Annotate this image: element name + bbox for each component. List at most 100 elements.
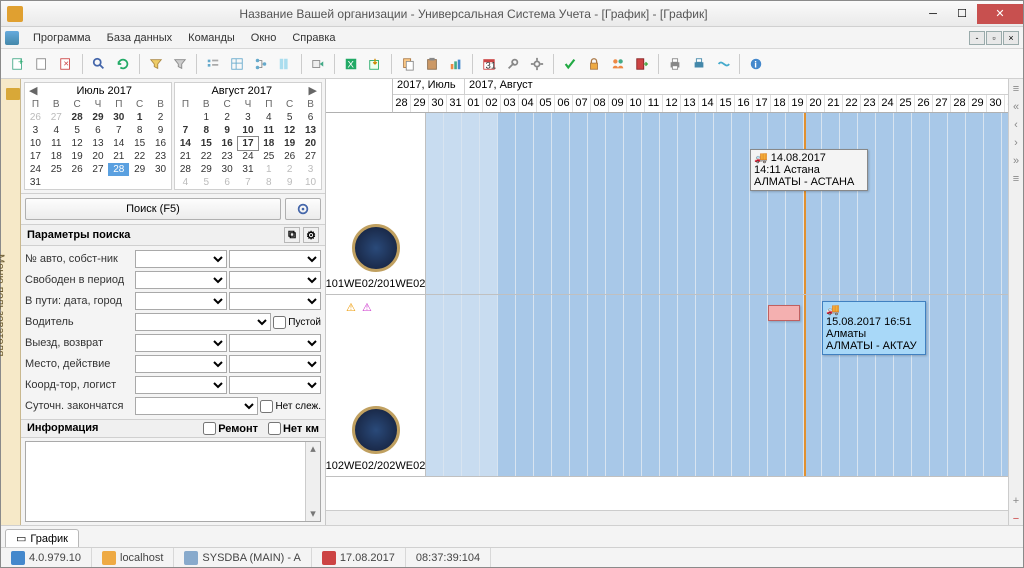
- export-icon[interactable]: [364, 53, 386, 75]
- cal-day[interactable]: 23: [150, 150, 171, 163]
- day-header[interactable]: 06: [555, 95, 573, 112]
- day-header[interactable]: 28: [393, 95, 411, 112]
- print-icon[interactable]: [664, 53, 686, 75]
- param-combo[interactable]: [135, 334, 227, 352]
- chart-icon[interactable]: [445, 53, 467, 75]
- cal-day[interactable]: 26: [279, 150, 300, 163]
- cal-day[interactable]: 13: [300, 124, 321, 137]
- day-header[interactable]: 13: [681, 95, 699, 112]
- tools-icon[interactable]: [502, 53, 524, 75]
- day-header[interactable]: 21: [825, 95, 843, 112]
- cal-day[interactable]: 1: [196, 111, 217, 124]
- gear-icon[interactable]: [526, 53, 548, 75]
- day-header[interactable]: 17: [753, 95, 771, 112]
- cal-day[interactable]: [67, 176, 88, 189]
- day-header[interactable]: 30: [987, 95, 1005, 112]
- calendar-july[interactable]: ◀Июль 2017 ПВСЧПСВ2627282930123456789101…: [24, 82, 172, 190]
- cal-prev-icon[interactable]: ◀: [27, 84, 39, 97]
- cal-day[interactable]: 16: [150, 137, 171, 150]
- menu-Программа[interactable]: Программа: [25, 30, 99, 46]
- vehicle-label[interactable]: 102WE02/202WE02: [326, 295, 426, 476]
- day-header[interactable]: 30: [429, 95, 447, 112]
- cal-day[interactable]: [46, 176, 67, 189]
- cal-day[interactable]: 3: [238, 111, 259, 124]
- cal-day[interactable]: 5: [196, 176, 217, 189]
- busy-event[interactable]: [768, 305, 800, 321]
- side-menu-strip[interactable]: Меню пользователя: [1, 79, 21, 525]
- delete-icon[interactable]: ×: [55, 53, 77, 75]
- day-header[interactable]: 31: [447, 95, 465, 112]
- filter-clear-icon[interactable]: [169, 53, 191, 75]
- day-header[interactable]: 18: [771, 95, 789, 112]
- cal-day[interactable]: 27: [300, 150, 321, 163]
- cal-day[interactable]: 11: [46, 137, 67, 150]
- cal-day[interactable]: 31: [238, 163, 259, 176]
- cal-day[interactable]: 24: [238, 150, 259, 163]
- cal-day[interactable]: 14: [108, 137, 129, 150]
- cal-day[interactable]: 25: [258, 150, 279, 163]
- day-header[interactable]: 14: [699, 95, 717, 112]
- cal-day[interactable]: 4: [258, 111, 279, 124]
- close-button[interactable]: ✕: [977, 4, 1023, 24]
- cal-day[interactable]: [88, 176, 109, 189]
- cal-day[interactable]: 6: [217, 176, 238, 189]
- day-header[interactable]: 29: [411, 95, 429, 112]
- cal-day[interactable]: 11: [258, 124, 279, 137]
- paste-icon[interactable]: [421, 53, 443, 75]
- cal-day[interactable]: 16: [217, 137, 238, 150]
- cal-day[interactable]: 8: [129, 124, 150, 137]
- menu-База данных[interactable]: База данных: [99, 30, 181, 46]
- day-header[interactable]: 29: [969, 95, 987, 112]
- cal-day[interactable]: 20: [300, 137, 321, 150]
- cal-day[interactable]: 30: [217, 163, 238, 176]
- param-check[interactable]: Пустой: [273, 316, 321, 329]
- search-button[interactable]: Поиск (F5): [25, 198, 281, 220]
- share-icon[interactable]: [712, 53, 734, 75]
- cal-day[interactable]: 28: [108, 163, 129, 176]
- cal-day[interactable]: 31: [25, 176, 46, 189]
- day-header[interactable]: 19: [789, 95, 807, 112]
- cal-day[interactable]: 2: [217, 111, 238, 124]
- cal-day[interactable]: 18: [258, 137, 279, 150]
- day-header[interactable]: 26: [915, 95, 933, 112]
- search-icon[interactable]: [88, 53, 110, 75]
- calendar-icon[interactable]: 31: [478, 53, 500, 75]
- cal-day[interactable]: 4: [175, 176, 196, 189]
- cal-day[interactable]: 30: [150, 163, 171, 176]
- copy-icon[interactable]: ⧉: [284, 227, 300, 243]
- day-header[interactable]: 25: [897, 95, 915, 112]
- day-header[interactable]: 15: [717, 95, 735, 112]
- cal-day[interactable]: 5: [67, 124, 88, 137]
- edit-icon[interactable]: [31, 53, 53, 75]
- settings-icon[interactable]: ⚙: [303, 227, 319, 243]
- calendar-august[interactable]: Август 2017▶ ПВСЧПСВ12345678910111213141…: [174, 82, 322, 190]
- cal-day[interactable]: 9: [279, 176, 300, 189]
- nokm-checkbox[interactable]: Нет км: [268, 422, 319, 435]
- cal-day[interactable]: 10: [300, 176, 321, 189]
- trip-event[interactable]: 🚚 14.08.201714:11 АстанаАЛМАТЫ - АСТАНА: [750, 149, 868, 191]
- cal-day[interactable]: 21: [108, 150, 129, 163]
- minimize-button[interactable]: ─: [919, 4, 947, 24]
- vehicle-label[interactable]: 101WE02/201WE02: [326, 113, 426, 294]
- cal-day[interactable]: 4: [46, 124, 67, 137]
- day-header[interactable]: 01: [465, 95, 483, 112]
- day-header[interactable]: 05: [537, 95, 555, 112]
- day-header[interactable]: 07: [573, 95, 591, 112]
- cal-next-icon[interactable]: ▶: [307, 84, 319, 97]
- param-check[interactable]: Нет слеж.: [260, 400, 321, 413]
- cal-day[interactable]: 7: [108, 124, 129, 137]
- cal-day[interactable]: 12: [279, 124, 300, 137]
- day-header[interactable]: 20: [807, 95, 825, 112]
- param-combo[interactable]: [135, 271, 227, 289]
- print2-icon[interactable]: [688, 53, 710, 75]
- tab-schedule[interactable]: ▭ График: [5, 529, 79, 547]
- info-icon[interactable]: i: [745, 53, 767, 75]
- cal-day[interactable]: 27: [46, 111, 67, 124]
- cal-day[interactable]: 23: [217, 150, 238, 163]
- cal-day[interactable]: 7: [175, 124, 196, 137]
- cal-day[interactable]: 10: [238, 124, 259, 137]
- columns-icon[interactable]: [274, 53, 296, 75]
- menu-Окно[interactable]: Окно: [243, 30, 285, 46]
- cal-day[interactable]: 17: [25, 150, 46, 163]
- cal-day[interactable]: 12: [67, 137, 88, 150]
